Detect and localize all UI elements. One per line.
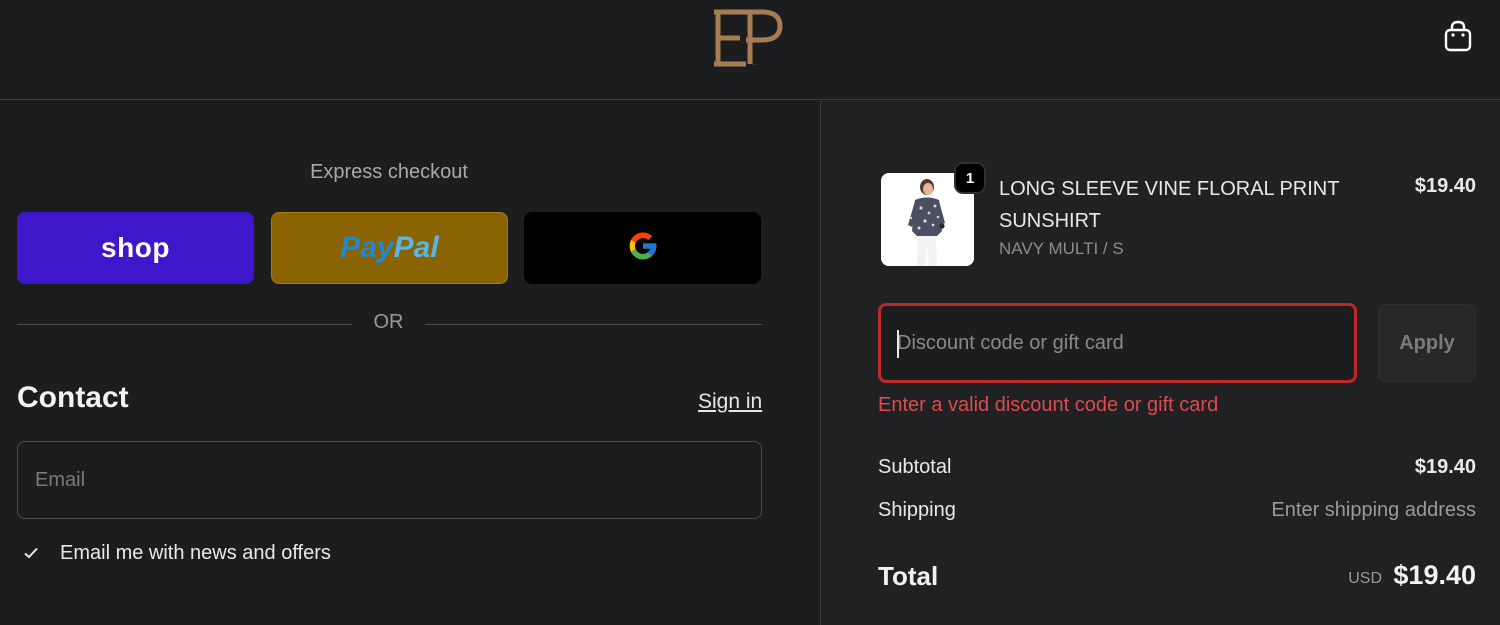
site-header: ·····	[0, 0, 1500, 100]
or-label: OR	[373, 311, 404, 333]
discount-error-message: Enter a valid discount code or gift card	[878, 394, 1219, 416]
paypal-button[interactable]: Pay Pal	[271, 212, 508, 284]
total-value: $19.40	[1393, 560, 1476, 590]
discount-code-field[interactable]	[878, 303, 1357, 383]
or-divider: OR	[17, 311, 762, 339]
product-name: LONG SLEEVE VINE FLORAL PRINT SUNSHIRT	[999, 178, 1340, 232]
product-price: $19.40	[1414, 175, 1476, 197]
shop-pay-label: shop	[101, 232, 170, 263]
cart-button[interactable]	[1440, 20, 1476, 56]
divider-line-right	[425, 324, 762, 325]
checkout-form-column: Express checkout shop Pay Pal OR Contact …	[0, 101, 820, 625]
subtotal-value: $19.40	[1414, 456, 1476, 478]
email-field[interactable]	[17, 441, 762, 519]
total-currency: USD	[1348, 570, 1382, 587]
quantity-badge: 1	[954, 162, 986, 194]
divider-line-left	[17, 324, 352, 325]
text-cursor	[897, 330, 899, 358]
shopping-bag-icon	[1443, 20, 1473, 57]
shipping-label: Shipping	[878, 499, 956, 521]
google-g-icon	[627, 230, 659, 267]
shop-pay-button[interactable]: shop	[17, 212, 254, 284]
google-pay-button[interactable]	[524, 212, 761, 284]
subtotal-label: Subtotal	[878, 456, 952, 478]
shipping-value: Enter shipping address	[1271, 499, 1476, 521]
total-label: Total	[878, 561, 939, 591]
newsletter-checkbox[interactable]	[20, 544, 42, 566]
express-checkout-label: Express checkout	[310, 161, 468, 183]
order-summary: 1 LONG SLEEVE VINE FLORAL PRINT SUNSHIRT…	[821, 101, 1500, 625]
brand-logo[interactable]: ·····	[706, 6, 786, 70]
paypal-label-pal: Pal	[393, 231, 439, 264]
newsletter-label: Email me with news and offers	[60, 542, 331, 564]
svg-text:·····: ·····	[752, 62, 758, 67]
checkmark-icon	[22, 544, 40, 567]
product-variant: NAVY MULTI / S	[999, 239, 1124, 258]
sign-in-link[interactable]: Sign in	[698, 390, 762, 414]
paypal-label-pay: Pay	[340, 231, 394, 264]
contact-heading: Contact	[17, 381, 129, 414]
apply-discount-button[interactable]: Apply	[1378, 304, 1476, 382]
